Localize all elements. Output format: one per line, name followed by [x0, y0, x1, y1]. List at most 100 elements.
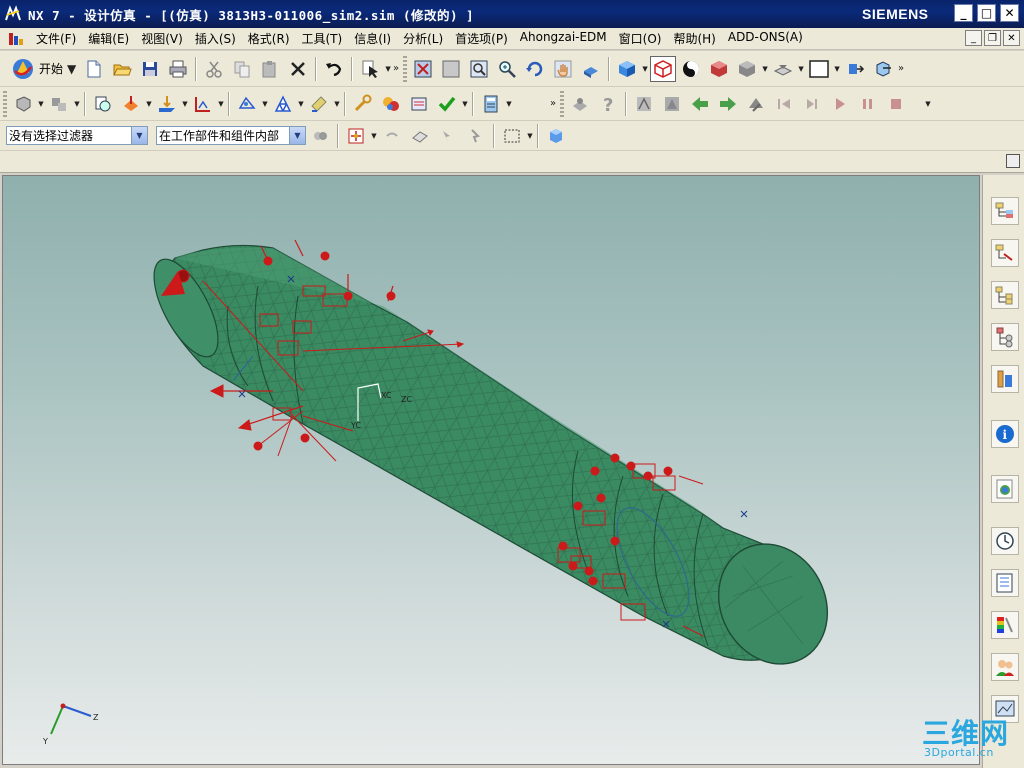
model-check-button[interactable] — [434, 91, 460, 117]
post-view-button[interactable] — [567, 91, 593, 117]
rect-select-dropdown-icon[interactable]: ▼ — [526, 132, 534, 140]
properties-dropdown-icon[interactable]: ▼ — [145, 100, 153, 108]
toolbar-options-icon[interactable] — [1006, 154, 1020, 168]
print-button[interactable] — [165, 56, 191, 82]
zoom-window-button[interactable] — [438, 56, 464, 82]
studio-button[interactable] — [678, 56, 704, 82]
menu-item[interactable]: 格式(R) — [242, 30, 296, 47]
results-button[interactable] — [378, 91, 404, 117]
calculator-dropdown-icon[interactable]: ▼ — [505, 100, 513, 108]
report-button[interactable] — [406, 91, 432, 117]
history-tab[interactable] — [991, 527, 1019, 555]
toolbar-overflow-icon[interactable]: ▼ — [924, 100, 932, 108]
toolbar-grip[interactable] — [3, 90, 7, 117]
next-button[interactable] — [715, 91, 741, 117]
manage-materials-button[interactable] — [90, 91, 116, 117]
chevron-down-icon[interactable]: ▼ — [289, 127, 305, 144]
marker-button[interactable] — [659, 91, 685, 117]
constraint-type-button[interactable] — [190, 91, 216, 117]
roles-tab[interactable] — [991, 653, 1019, 681]
toolbar-grip[interactable] — [560, 90, 564, 117]
edit-mesh-button[interactable] — [306, 91, 332, 117]
copy-button[interactable] — [229, 56, 255, 82]
system-materials-tab[interactable] — [991, 569, 1019, 597]
constraint-dropdown-icon[interactable]: ▼ — [217, 100, 225, 108]
snap-dropdown-icon[interactable]: ▼ — [370, 132, 378, 140]
menu-item[interactable]: 文件(F) — [30, 30, 82, 47]
selection-button[interactable] — [357, 56, 383, 82]
cut-button[interactable] — [201, 56, 227, 82]
menu-item[interactable]: 分析(L) — [397, 30, 449, 47]
load-dropdown-icon[interactable]: ▼ — [181, 100, 189, 108]
play-button[interactable] — [827, 91, 853, 117]
show-hide-button[interactable] — [770, 56, 796, 82]
web-browser-tab[interactable] — [991, 475, 1019, 503]
edit-mesh-dropdown-icon[interactable]: ▼ — [333, 100, 341, 108]
animation-button[interactable] — [743, 91, 769, 117]
toolbar-overflow-icon[interactable]: » — [897, 63, 905, 74]
part-navigator-tab[interactable] — [991, 281, 1019, 309]
mesh-dropdown-icon[interactable]: ▼ — [297, 100, 305, 108]
mdi-restore-button[interactable]: ❐ — [984, 30, 1001, 46]
color-dropdown-icon[interactable]: ▼ — [833, 65, 841, 73]
help-button[interactable]: ? — [595, 91, 621, 117]
wireframe-button[interactable] — [650, 55, 677, 82]
select-body-button[interactable] — [543, 123, 569, 149]
edge-button[interactable] — [706, 56, 732, 82]
menu-item[interactable]: 帮助(H) — [667, 30, 721, 47]
selection-dropdown-icon[interactable]: ▼ — [384, 65, 392, 73]
toolbar-overflow-icon[interactable]: » — [392, 63, 400, 74]
load-type-button[interactable] — [154, 91, 180, 117]
toolbar-grip[interactable] — [403, 55, 408, 82]
assembly-navigator-tab[interactable] — [991, 197, 1019, 225]
select-feature-button[interactable] — [463, 123, 489, 149]
minimize-button[interactable]: _ — [954, 4, 973, 22]
save-button[interactable] — [137, 56, 163, 82]
info-tab[interactable]: i — [991, 420, 1019, 448]
show-hide-dropdown-icon[interactable]: ▼ — [797, 65, 805, 73]
selection-scope-select[interactable]: 在工作部件和组件内部 ▼ — [156, 126, 306, 145]
solution-button[interactable] — [10, 91, 36, 117]
start-dropdown-icon[interactable]: ▼ — [67, 62, 76, 76]
menu-item[interactable]: 插入(S) — [189, 30, 242, 47]
simulation-navigator-tab[interactable] — [991, 323, 1019, 351]
sim-object-dropdown-icon[interactable]: ▼ — [261, 100, 269, 108]
close-button[interactable]: ✕ — [1000, 4, 1019, 22]
menu-item[interactable]: 窗口(O) — [613, 30, 668, 47]
mesh-button[interactable] — [270, 91, 296, 117]
calculator-button[interactable] — [478, 91, 504, 117]
step-button[interactable] — [799, 91, 825, 117]
type-filter-select[interactable]: 没有选择过滤器 ▼ — [6, 126, 148, 145]
annotation-button[interactable] — [631, 91, 657, 117]
stop-button[interactable] — [883, 91, 909, 117]
solver-button[interactable] — [46, 91, 72, 117]
rectangle-select-button[interactable] — [499, 123, 525, 149]
shaded-dropdown-icon[interactable]: ▼ — [641, 65, 649, 73]
render-dropdown-icon[interactable]: ▼ — [761, 65, 769, 73]
menu-item[interactable]: 工具(T) — [296, 30, 349, 47]
zoom-button[interactable] — [494, 56, 520, 82]
hidden-edges-button[interactable] — [734, 56, 760, 82]
solve-button[interactable] — [350, 91, 376, 117]
replace-component-button[interactable] — [870, 56, 896, 82]
reset-filter-button[interactable] — [307, 123, 333, 149]
new-file-button[interactable] — [81, 56, 107, 82]
fit-view-button[interactable] — [410, 56, 436, 82]
shaded-button[interactable] — [614, 56, 640, 82]
zoom-box-button[interactable] — [466, 56, 492, 82]
previous-button[interactable] — [687, 91, 713, 117]
physical-properties-button[interactable] — [118, 91, 144, 117]
select-component-button[interactable] — [435, 123, 461, 149]
undo-select-button[interactable] — [379, 123, 405, 149]
color-swatch-button[interactable] — [806, 56, 832, 82]
paste-button[interactable] — [257, 56, 283, 82]
menu-item[interactable]: Ahongzai-EDM — [514, 30, 613, 47]
maximize-button[interactable]: □ — [977, 4, 996, 22]
move-component-button[interactable] — [842, 56, 868, 82]
menu-item[interactable]: 编辑(E) — [82, 30, 135, 47]
menu-item[interactable]: 首选项(P) — [449, 30, 514, 47]
chevron-down-icon[interactable]: ▼ — [131, 127, 147, 144]
undo-button[interactable] — [321, 56, 347, 82]
perspective-button[interactable] — [578, 56, 604, 82]
menu-item[interactable]: 视图(V) — [135, 30, 189, 47]
